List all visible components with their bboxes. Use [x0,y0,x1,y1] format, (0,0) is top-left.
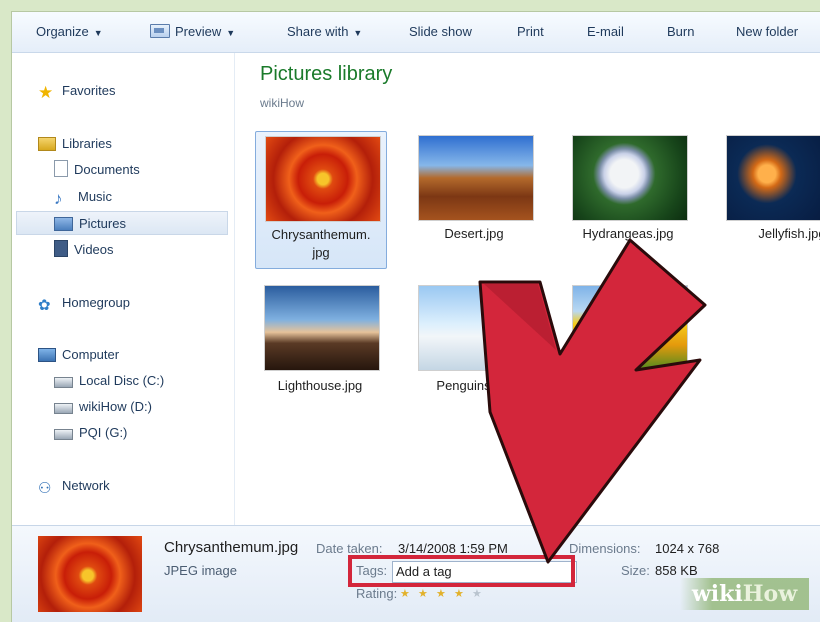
explorer-window: Organize ▼ Preview ▼ Share with ▼ Slide sho… [11,11,820,622]
library-title: Pictures library [260,63,393,85]
file-name: Desert.jpg [444,226,504,241]
file-name: Lighthouse.jpg [277,378,363,393]
new-folder-button[interactable]: New folder [736,12,798,52]
rating-label: Rating: [356,586,398,601]
music-note-icon: ♪ [54,189,63,208]
thumbnail [572,135,688,221]
rating-star-icon[interactable]: ★ [472,587,482,600]
nav-label: Documents [74,162,140,177]
drive-icon [54,403,73,414]
nav-label: Music [78,189,112,204]
file-name: Tulips.jpg [600,378,656,393]
thumbnail [264,285,380,371]
chevron-down-icon: ▼ [226,28,236,38]
chevron-down-icon: ▼ [353,28,363,38]
documents-icon [54,160,68,177]
size-label: Size: [621,563,650,578]
tags-highlight-box [348,555,575,587]
email-button[interactable]: E-mail [587,12,624,52]
nav-label: wikiHow (D:) [79,399,152,414]
nav-label: PQI (G:) [79,425,128,440]
organize-menu[interactable]: Organize ▼ [36,12,103,52]
usb-drive-icon [54,429,73,440]
file-item[interactable]: Hydrangeas.jpg [563,131,693,267]
share-with-label: Share with [287,24,349,39]
hard-drive-icon [54,377,73,388]
nav-favorites[interactable]: ★ Favorites [38,79,115,103]
thumbnail [265,136,381,222]
file-item[interactable]: Jellyfish.jpg [717,131,820,267]
nav-label: Local Disc (C:) [79,373,165,388]
watermark-wiki: wiki [691,581,743,607]
navigation-pane: ★ Favorites Libraries Documents ♪ Music Pi… [12,53,235,525]
nav-network[interactable]: ⚇ Network [38,474,110,498]
burn-button[interactable]: Burn [667,12,694,52]
nav-computer[interactable]: Computer [38,343,119,367]
file-item[interactable]: Chrysanthemum. jpg [255,131,387,269]
date-taken-value[interactable]: 3/14/2008 1:59 PM [398,541,508,556]
nav-documents[interactable]: Documents [54,158,140,182]
rating-star-icon[interactable]: ★ [436,587,446,600]
watermark-how: How [742,581,798,607]
share-with-menu[interactable]: Share with ▼ [287,12,362,52]
preview-button[interactable]: Preview ▼ [150,12,235,52]
rating-star-icon[interactable]: ★ [418,587,428,600]
nav-pictures[interactable]: Pictures [16,211,228,235]
star-icon: ★ [38,83,54,102]
nav-wikihow-drive[interactable]: wikiHow (D:) [54,395,152,419]
details-file-name: Chrysanthemum.jpg [164,539,299,556]
nav-pqi-drive[interactable]: PQI (G:) [54,421,127,445]
nav-homegroup[interactable]: ✿ Homegroup [38,291,130,315]
command-bar: Organize ▼ Preview ▼ Share with ▼ Slide sho… [12,12,820,53]
computer-icon [38,348,56,362]
nav-label: Pictures [79,216,126,231]
preview-label: Preview [175,24,222,39]
dimensions-label: Dimensions: [569,541,641,556]
size-value: 858 KB [655,563,698,578]
rating-star-icon[interactable]: ★ [454,587,464,600]
nav-label: Homegroup [62,295,130,310]
nav-label: Network [62,478,110,493]
nav-label: Computer [62,347,120,362]
print-button[interactable]: Print [517,12,544,52]
libraries-icon [38,137,56,151]
wikihow-watermark: wikiHow [680,578,809,610]
file-list: Pictures library wikiHow Chrysanthemum. … [235,53,820,525]
slide-show-button[interactable]: Slide show [409,12,472,52]
thumbnail [418,285,534,371]
chevron-down-icon: ▼ [93,28,103,38]
file-name: Penguins.jpg [436,378,512,393]
file-name: Hydrangeas.jpg [582,226,674,241]
thumbnail [418,135,534,221]
nav-videos[interactable]: Videos [54,238,114,262]
nav-label: Libraries [62,136,112,151]
file-name: Jellyfish.jpg [758,226,820,241]
nav-libraries[interactable]: Libraries [38,132,112,156]
date-taken-label: Date taken: [316,541,383,556]
preview-icon [150,24,170,38]
organize-label: Organize [36,24,89,39]
nav-music[interactable]: ♪ Music [54,185,112,209]
file-item[interactable]: Lighthouse.jpg [255,281,385,401]
file-item[interactable]: Penguins.jpg [409,281,539,401]
pictures-icon [54,217,73,231]
preview-thumbnail [38,536,142,612]
rating-star-icon[interactable]: ★ [400,587,410,600]
nav-local-disc[interactable]: Local Disc (C:) [54,369,164,393]
nav-label: Favorites [62,83,116,98]
nav-label: Videos [74,242,114,257]
homegroup-icon: ✿ [38,297,51,314]
dimensions-value: 1024 x 768 [655,541,720,556]
library-subtitle: wikiHow [260,96,305,110]
file-item[interactable]: Desert.jpg [409,131,539,267]
thumbnail [572,285,688,371]
file-item[interactable]: Tulips.jpg [563,281,693,401]
file-name-line1: Chrysanthemum. [271,227,371,242]
thumbnail [726,135,820,221]
details-file-type: JPEG image [164,563,237,578]
network-icon: ⚇ [38,480,52,497]
videos-icon [54,240,68,257]
file-name-line2: jpg [312,245,330,260]
